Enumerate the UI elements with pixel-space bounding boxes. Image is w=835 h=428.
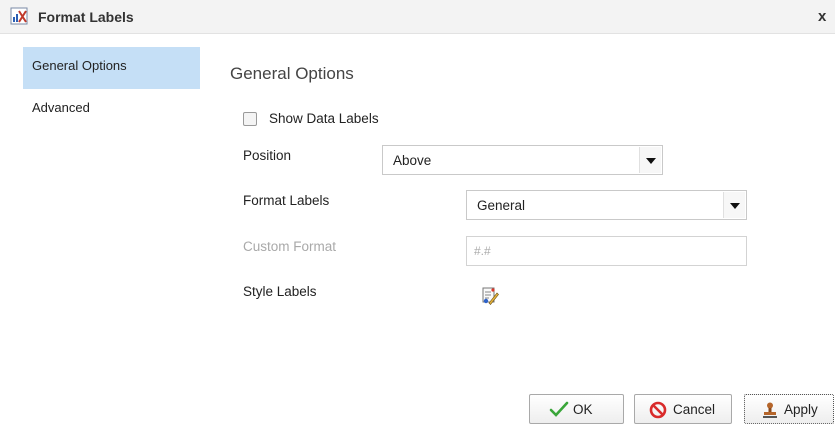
checkmark-icon [549,401,569,417]
sidebar-item-advanced[interactable]: Advanced [23,89,200,131]
sidebar-item-label: Advanced [32,100,90,115]
show-data-labels-checkbox[interactable] [243,112,257,126]
chevron-down-icon[interactable] [723,192,745,218]
close-button[interactable]: x [818,8,834,26]
style-edit-icon[interactable] [481,287,499,305]
format-labels-dropdown[interactable]: General [466,190,747,220]
apply-button-label: Apply [784,402,818,417]
custom-format-label: Custom Format [243,239,337,254]
chart-labels-icon [10,7,28,25]
position-dropdown[interactable]: Above [382,145,663,175]
sidebar: General Options Advanced [0,34,205,428]
sidebar-item-label: General Options [32,58,127,73]
style-labels-label: Style Labels [243,284,317,299]
cancel-button-label: Cancel [673,402,716,417]
format-labels-label: Format Labels [243,193,330,208]
position-label: Position [243,148,292,163]
apply-button[interactable]: Apply [744,394,834,424]
position-value: Above [393,153,432,168]
cancel-icon [649,401,667,419]
window-title: Format Labels [38,9,134,25]
cancel-button[interactable]: Cancel [634,394,732,424]
ok-button-label: OK [573,402,593,417]
chevron-down-icon[interactable] [639,147,661,173]
title-bar: Format Labels x [0,0,835,34]
ok-button[interactable]: OK [529,394,624,424]
stamp-icon [763,402,777,418]
sidebar-item-general-options[interactable]: General Options [23,47,200,89]
section-title: General Options [230,64,354,83]
format-labels-value: General [477,198,526,213]
custom-format-input[interactable] [466,236,747,266]
show-data-labels-label: Show Data Labels [269,111,379,126]
